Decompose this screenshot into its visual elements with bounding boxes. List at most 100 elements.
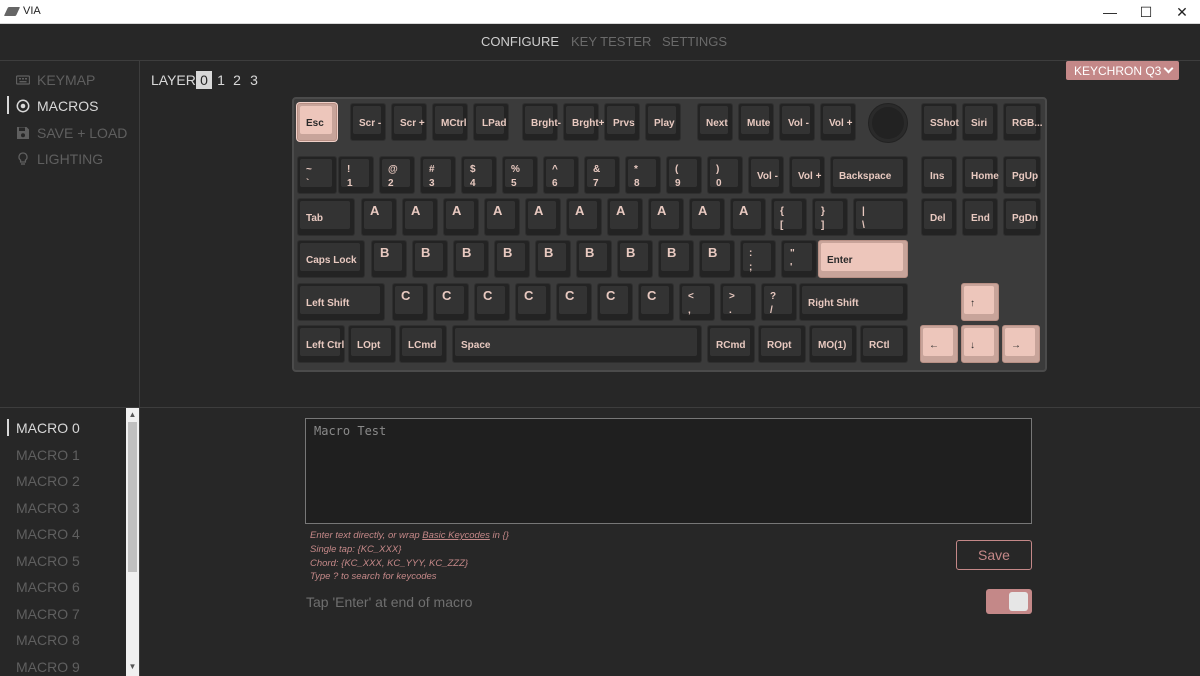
key-70[interactable]: C (638, 283, 674, 321)
scroll-down-icon[interactable]: ▼ (126, 662, 139, 673)
key-30[interactable]: Ins (921, 156, 957, 194)
close-button[interactable]: ✕ (1164, 0, 1200, 24)
key-40[interactable]: A (607, 198, 643, 236)
key-23[interactable]: & 7 (584, 156, 620, 194)
key-49[interactable]: PgDn (1003, 198, 1041, 236)
key-46[interactable]: | \ (853, 198, 908, 236)
key-63[interactable]: Left Shift (297, 283, 385, 321)
tab-configure[interactable]: CONFIGURE (481, 34, 559, 49)
key-17[interactable]: ! 1 (338, 156, 374, 194)
macro-item-1[interactable]: MACRO 1 (16, 447, 80, 463)
macro-item-9[interactable]: MACRO 9 (16, 659, 80, 675)
key-73[interactable]: ? / (761, 283, 797, 321)
key-8[interactable]: Play (645, 103, 681, 141)
enter-toggle-switch[interactable] (986, 589, 1032, 614)
sidebar-item-macros[interactable]: MACROS (16, 96, 98, 116)
key-37[interactable]: A (484, 198, 520, 236)
key-27[interactable]: Vol - (748, 156, 784, 194)
key-16[interactable]: ~ ` (297, 156, 337, 194)
key-57[interactable]: B (617, 240, 653, 278)
key-24[interactable]: * 8 (625, 156, 661, 194)
sidebar-item-save-load[interactable]: SAVE + LOAD (16, 123, 127, 143)
key-25[interactable]: (9 (666, 156, 702, 194)
key-26[interactable]: ) 0 (707, 156, 743, 194)
key-66[interactable]: C (474, 283, 510, 321)
key-22[interactable]: ^ 6 (543, 156, 579, 194)
key-50[interactable]: Caps Lock (297, 240, 365, 278)
key-35[interactable]: A (402, 198, 438, 236)
key-28[interactable]: Vol + (789, 156, 825, 194)
key-29[interactable]: Backspace (830, 156, 908, 194)
key-21[interactable]: % 5 (502, 156, 538, 194)
key-55[interactable]: B (535, 240, 571, 278)
key-4[interactable]: LPad (473, 103, 509, 141)
key-36[interactable]: A (443, 198, 479, 236)
key-31[interactable]: Home (962, 156, 999, 194)
key-80[interactable]: RCmd (707, 325, 755, 363)
key-18[interactable]: @2 (379, 156, 415, 194)
key-67[interactable]: C (515, 283, 551, 321)
key-20[interactable]: $4 (461, 156, 497, 194)
layer-button-2[interactable]: 2 (229, 71, 245, 89)
save-button[interactable]: Save (956, 540, 1032, 570)
scroll-thumb[interactable] (128, 422, 137, 572)
key-33[interactable]: Tab (297, 198, 355, 236)
key-83[interactable]: RCtl (860, 325, 908, 363)
key-77[interactable]: LOpt (348, 325, 396, 363)
tab-settings[interactable]: SETTINGS (662, 34, 727, 49)
layer-button-0[interactable]: 0 (196, 71, 212, 89)
key-51[interactable]: B (371, 240, 407, 278)
macro-list-scrollbar[interactable]: ▲ ▼ (126, 408, 139, 676)
key-54[interactable]: B (494, 240, 530, 278)
key-38[interactable]: A (525, 198, 561, 236)
key-84[interactable]: ← (920, 325, 958, 363)
key-69[interactable]: C (597, 283, 633, 321)
key-6[interactable]: Brght+ (563, 103, 605, 141)
key-5[interactable]: Brght- (522, 103, 561, 141)
macro-item-0[interactable]: MACRO 0 (16, 420, 80, 436)
layer-button-3[interactable]: 3 (246, 71, 262, 89)
key-14[interactable]: Siri (962, 103, 998, 141)
key-76[interactable]: Left Ctrl (297, 325, 345, 363)
key-1[interactable]: Scr - (350, 103, 386, 141)
key-10[interactable]: Mute (738, 103, 774, 141)
key-68[interactable]: C (556, 283, 592, 321)
key-47[interactable]: Del (921, 198, 957, 236)
key-2[interactable]: Scr + (391, 103, 427, 141)
key-11[interactable]: Vol - (779, 103, 815, 141)
macro-item-8[interactable]: MACRO 8 (16, 632, 80, 648)
key-58[interactable]: B (658, 240, 694, 278)
key-39[interactable]: A (566, 198, 602, 236)
key-62[interactable]: Enter (818, 240, 908, 278)
key-9[interactable]: Next (697, 103, 733, 141)
key-34[interactable]: A (361, 198, 397, 236)
key-45[interactable]: }] (812, 198, 848, 236)
key-59[interactable]: B (699, 240, 735, 278)
key-3[interactable]: MCtrl (432, 103, 468, 141)
key-85[interactable]: ↓ (961, 325, 999, 363)
macro-text-input[interactable] (305, 418, 1032, 524)
macro-item-6[interactable]: MACRO 6 (16, 579, 80, 595)
key-12[interactable]: Vol + (820, 103, 856, 141)
key-42[interactable]: A (689, 198, 725, 236)
key-56[interactable]: B (576, 240, 612, 278)
macro-item-5[interactable]: MACRO 5 (16, 553, 80, 569)
key-53[interactable]: B (453, 240, 489, 278)
key-72[interactable]: >. (720, 283, 756, 321)
basic-keycodes-link[interactable]: Basic Keycodes (422, 530, 490, 541)
key-82[interactable]: MO(1) (809, 325, 857, 363)
key-64[interactable]: C (392, 283, 428, 321)
key-65[interactable]: C (433, 283, 469, 321)
key-43[interactable]: A (730, 198, 766, 236)
scroll-up-icon[interactable]: ▲ (126, 410, 139, 421)
key-7[interactable]: Prvs (604, 103, 640, 141)
key-79[interactable]: Space (452, 325, 702, 363)
key-74[interactable]: Right Shift (799, 283, 908, 321)
key-32[interactable]: PgUp (1003, 156, 1041, 194)
key-78[interactable]: LCmd (399, 325, 447, 363)
minimize-button[interactable]: — (1092, 0, 1128, 24)
key-41[interactable]: A (648, 198, 684, 236)
key-52[interactable]: B (412, 240, 448, 278)
key-81[interactable]: ROpt (758, 325, 806, 363)
macro-item-7[interactable]: MACRO 7 (16, 606, 80, 622)
